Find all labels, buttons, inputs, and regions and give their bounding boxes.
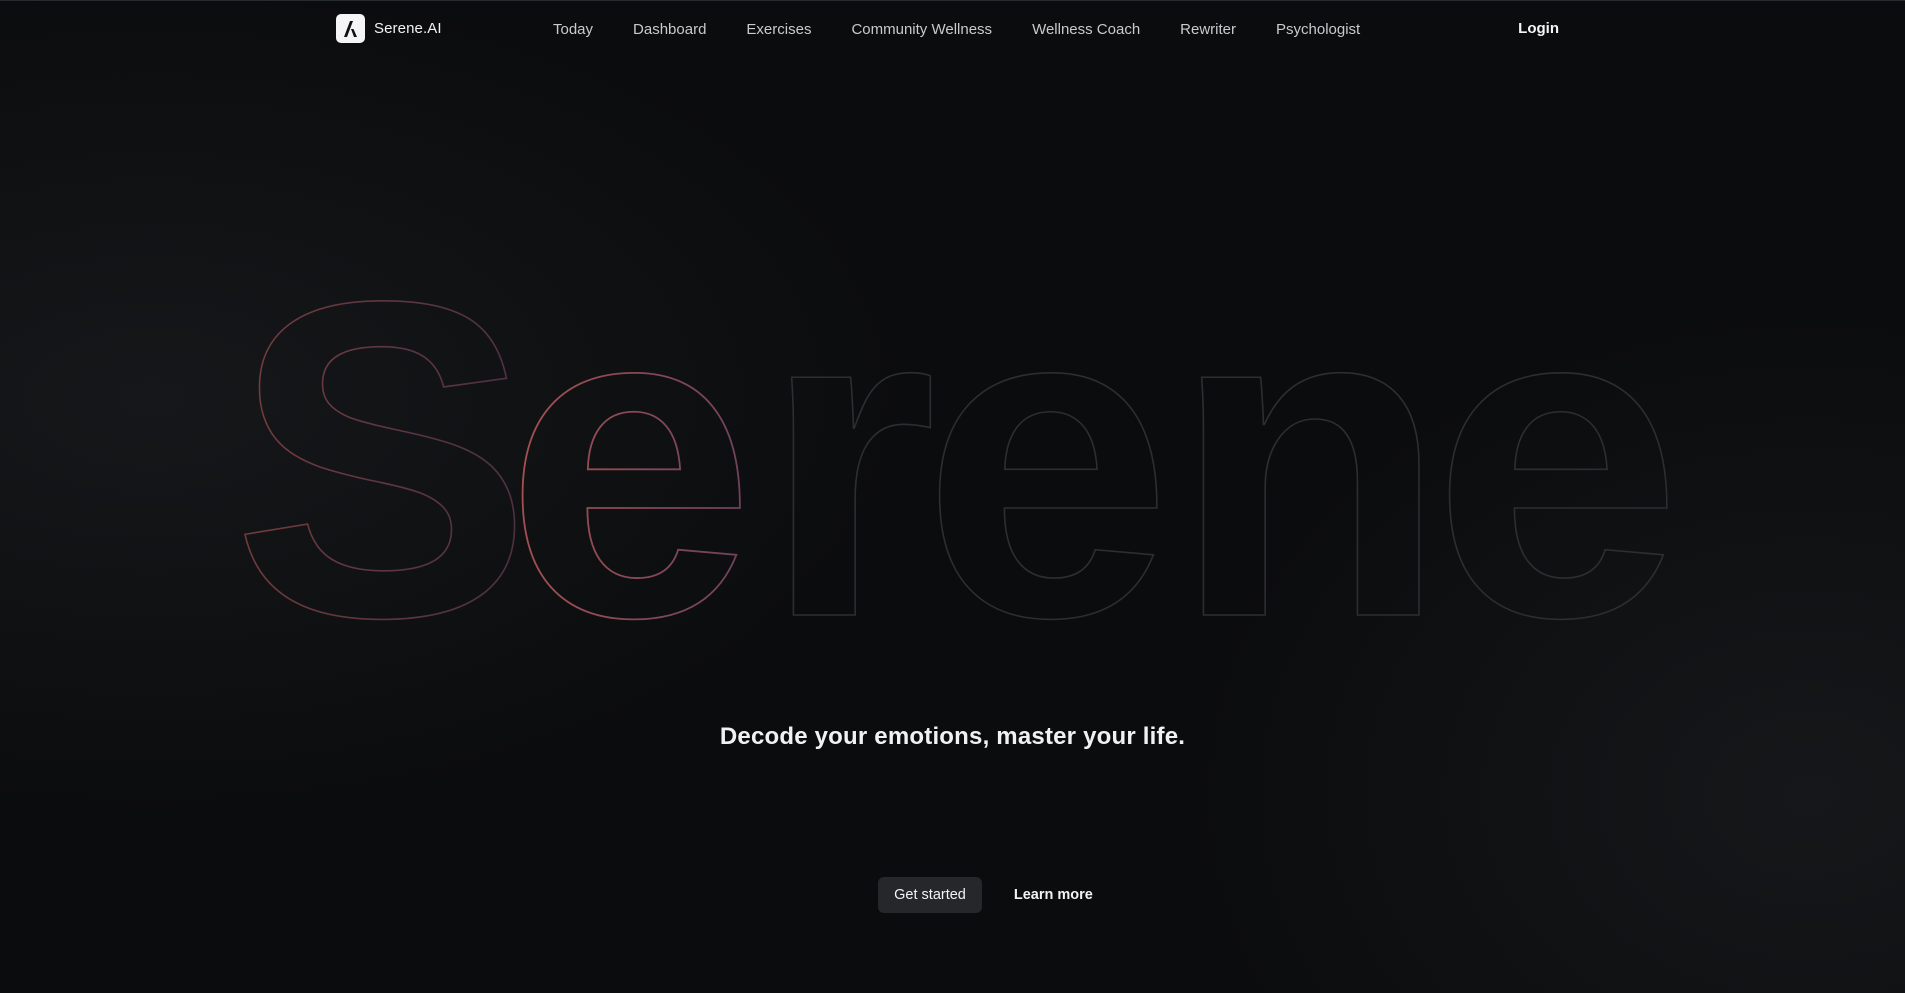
hero-letter-e1: e <box>505 209 755 711</box>
brand-name: Serene.AI <box>374 20 442 37</box>
nav-item-psychologist[interactable]: Psychologist <box>1276 21 1360 38</box>
hero-letter-e3: e <box>1432 209 1682 711</box>
login-link[interactable]: Login <box>1518 20 1559 37</box>
nav-item-wellness-coach[interactable]: Wellness Coach <box>1032 21 1140 38</box>
brand-link[interactable]: Serene.AI <box>336 14 442 43</box>
hero-letter-n: n <box>1172 209 1447 711</box>
learn-more-button[interactable]: Learn more <box>998 877 1109 913</box>
nav-item-dashboard[interactable]: Dashboard <box>633 21 706 38</box>
nav-item-community-wellness[interactable]: Community Wellness <box>851 21 992 38</box>
hero-letter-e2: e <box>922 209 1172 711</box>
get-started-button[interactable]: Get started <box>878 877 982 913</box>
hero-tagline: Decode your emotions, master your life. <box>719 723 1186 750</box>
main-nav: Today Dashboard Exercises Community Well… <box>553 1 1400 57</box>
landing-page: Serene.AI Today Dashboard Exercises Comm… <box>0 0 1905 993</box>
hero-letter-r: r <box>762 209 937 711</box>
serene-logo-icon <box>336 14 365 43</box>
top-nav-bar: Serene.AI Today Dashboard Exercises Comm… <box>0 1 1905 57</box>
cta-row: Get started Learn more <box>0 877 1905 913</box>
hero-outline-word: S e r e n e <box>231 208 1683 712</box>
nav-item-exercises[interactable]: Exercises <box>746 21 811 38</box>
nav-item-rewriter[interactable]: Rewriter <box>1180 21 1236 38</box>
nav-item-today[interactable]: Today <box>553 21 593 38</box>
hero-letter-s: S <box>232 209 532 711</box>
